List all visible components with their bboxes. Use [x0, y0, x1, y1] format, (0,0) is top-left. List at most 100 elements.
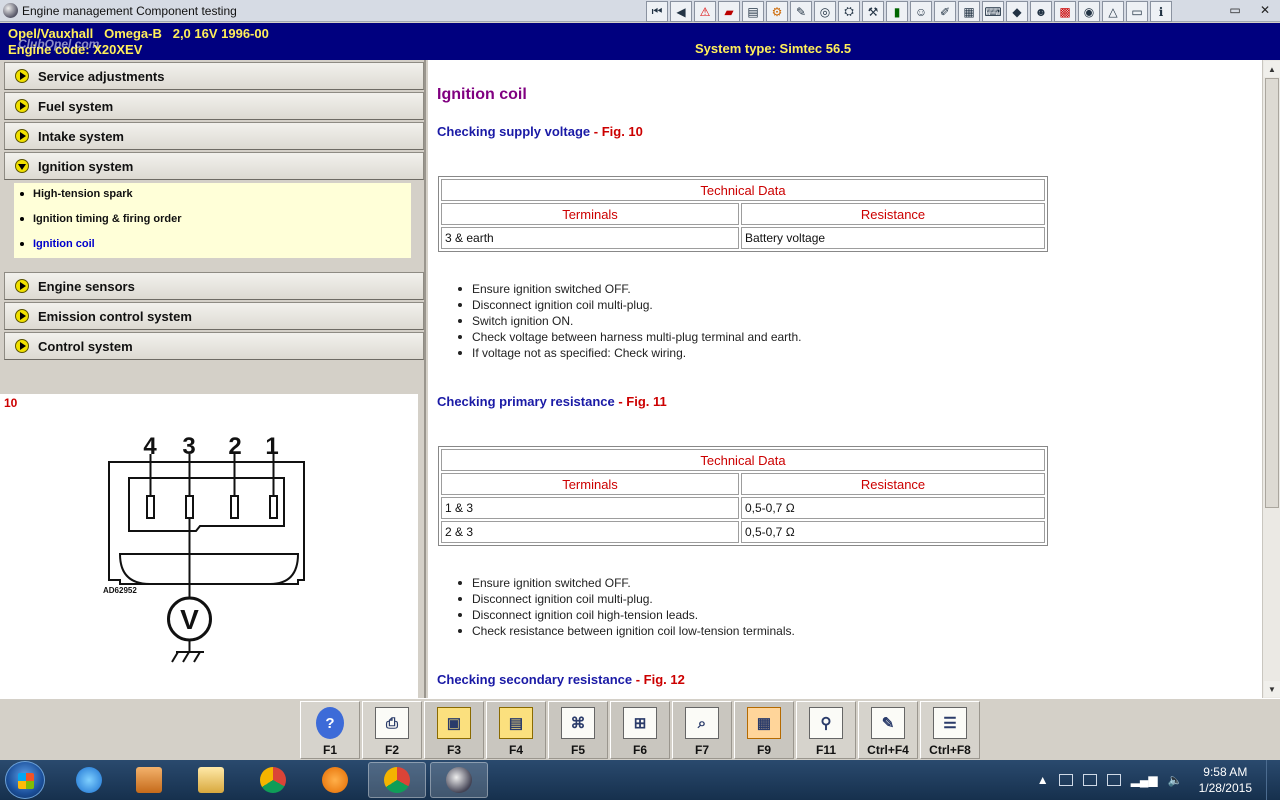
- first-page-icon[interactable]: ⏮: [646, 1, 668, 22]
- tools-icon[interactable]: ⚒: [862, 1, 884, 22]
- table-cell: 1 & 3: [441, 497, 739, 519]
- minimize-icon[interactable]: ▭: [1220, 0, 1250, 20]
- show-desktop-button[interactable]: [1266, 760, 1280, 800]
- sidebar-item-engine-sensors[interactable]: Engine sensors: [4, 272, 424, 300]
- car-front-icon[interactable]: ▩: [1054, 1, 1076, 22]
- system-type: System type: Simtec 56.5: [695, 41, 852, 56]
- f6-button[interactable]: ⊞ F6: [610, 701, 670, 759]
- clock[interactable]: 9:58 AM 1/28/2015: [1199, 764, 1252, 796]
- wiring-diagram-icon: ⌘: [561, 707, 595, 739]
- ctrl-f8-button[interactable]: ☰ Ctrl+F8: [920, 701, 980, 759]
- show-hidden-icons-icon[interactable]: ▲: [1037, 773, 1049, 787]
- f5-button[interactable]: ⌘ F5: [548, 701, 608, 759]
- table-title: Technical Data: [441, 449, 1045, 471]
- f3-button[interactable]: ▣ F3: [424, 701, 484, 759]
- close-icon[interactable]: ✕: [1250, 0, 1280, 20]
- taskbar-autodata[interactable]: [430, 762, 488, 798]
- table-cell: Battery voltage: [741, 227, 1045, 249]
- figure-reference[interactable]: - Fig. 10: [590, 124, 643, 139]
- start-button[interactable]: [5, 761, 45, 799]
- section-heading-text: Checking primary resistance: [437, 394, 615, 409]
- taskbar-file-explorer[interactable]: [182, 762, 240, 798]
- device-icon[interactable]: [1106, 774, 1121, 786]
- f4-button[interactable]: ▤ F4: [486, 701, 546, 759]
- car-icon[interactable]: ◆: [1006, 1, 1028, 22]
- f9-button[interactable]: ▦ F9: [734, 701, 794, 759]
- media-player-icon: [136, 767, 162, 793]
- door-icon[interactable]: ▮: [886, 1, 908, 22]
- engine-icon[interactable]: ⛭: [838, 1, 860, 22]
- keyboard-icon[interactable]: ⌨: [982, 1, 1004, 22]
- connector-pinout-icon: ⊞: [623, 707, 657, 739]
- f1-help-button[interactable]: ? F1: [300, 701, 360, 759]
- network-icon[interactable]: ▂▄▆: [1131, 773, 1158, 787]
- calculator-icon[interactable]: ▦: [958, 1, 980, 22]
- person-icon[interactable]: ☺: [910, 1, 932, 22]
- taskbar-chrome[interactable]: [244, 762, 302, 798]
- top-toolbar: ⏮ ◀ ⚠ ▰ ▤ ⚙ ✎ ◎ ⛭ ⚒ ▮ ☺ ✐ ▦ ⌨ ◆ ☻ ▩ ◉ △ …: [646, 1, 1172, 23]
- chrome-icon: [384, 767, 410, 793]
- function-key-bar: ? F1 ⎙ F2 ▣ F3 ▤ F4 ⌘ F5 ⊞ F6 ⌕ F7 ▦ F9 …: [0, 698, 1280, 760]
- figure-reference[interactable]: - Fig. 11: [615, 394, 666, 409]
- section-heading-primary-resistance: Checking primary resistance - Fig. 11: [437, 394, 667, 409]
- warning-icon[interactable]: ⚠: [694, 1, 716, 22]
- sidebar-item-label: Intake system: [38, 128, 124, 144]
- gear-icon[interactable]: ⚙: [766, 1, 788, 22]
- sidebar-item-control-system[interactable]: Control system: [4, 332, 424, 360]
- flag-icon[interactable]: ▰: [718, 1, 740, 22]
- submenu-item-label: Ignition timing & firing order: [33, 213, 182, 225]
- action-center-icon[interactable]: [1058, 774, 1073, 786]
- chart-icon[interactable]: ▤: [742, 1, 764, 22]
- taskbar-chrome-2[interactable]: [368, 762, 426, 798]
- wrench-icon[interactable]: ✎: [790, 1, 812, 22]
- vertical-scrollbar[interactable]: ▲ ▼: [1262, 60, 1280, 698]
- scroll-up-icon[interactable]: ▲: [1264, 61, 1280, 77]
- fkey-label: F3: [446, 743, 461, 757]
- pencil-icon[interactable]: ✐: [934, 1, 956, 22]
- procedure-list: Ensure ignition switched OFF. Disconnect…: [472, 575, 795, 639]
- info-icon[interactable]: ℹ: [1150, 1, 1172, 22]
- fkey-label: F4: [508, 743, 523, 757]
- arrow-right-icon: [15, 69, 29, 83]
- flag-icon[interactable]: [1082, 774, 1097, 786]
- help-icon: ?: [316, 707, 344, 739]
- submenu-item-high-tension-spark[interactable]: High-tension spark: [20, 188, 133, 200]
- ctrl-f4-button[interactable]: ✎ Ctrl+F4: [858, 701, 918, 759]
- component-location-icon: ▣: [437, 707, 471, 739]
- column-header: Terminals: [441, 473, 739, 495]
- column-header: Resistance: [741, 203, 1045, 225]
- smiley-icon[interactable]: ☻: [1030, 1, 1052, 22]
- pin-label-2: 2: [228, 433, 241, 460]
- f2-print-button[interactable]: ⎙ F2: [362, 701, 422, 759]
- previous-icon[interactable]: ◀: [670, 1, 692, 22]
- table-cell: 2 & 3: [441, 521, 739, 543]
- submenu-item-ignition-timing[interactable]: Ignition timing & firing order: [20, 213, 181, 225]
- sidebar-item-intake-system[interactable]: Intake system: [4, 122, 424, 150]
- f7-button[interactable]: ⌕ F7: [672, 701, 732, 759]
- sidebar-item-label: Control system: [38, 338, 133, 354]
- scroll-down-icon[interactable]: ▼: [1264, 681, 1280, 697]
- taskbar-internet-explorer[interactable]: [60, 762, 118, 798]
- f11-button[interactable]: ⚲ F11: [796, 701, 856, 759]
- bullet-icon: [20, 217, 24, 221]
- sidebar-item-emission-control[interactable]: Emission control system: [4, 302, 424, 330]
- tire-icon[interactable]: ◉: [1078, 1, 1100, 22]
- taskbar-media-player[interactable]: [120, 762, 178, 798]
- gauge-icon[interactable]: ◎: [814, 1, 836, 22]
- triangle-icon[interactable]: △: [1102, 1, 1124, 22]
- ignition-submenu: High-tension spark Ignition timing & fir…: [14, 183, 411, 258]
- component-list-icon: ▤: [499, 707, 533, 739]
- scroll-thumb[interactable]: [1265, 78, 1279, 508]
- vehicle-icon[interactable]: ▭: [1126, 1, 1148, 22]
- sidebar-item-fuel-system[interactable]: Fuel system: [4, 92, 424, 120]
- submenu-item-ignition-coil[interactable]: Ignition coil: [20, 238, 95, 250]
- sidebar-item-service-adjustments[interactable]: Service adjustments: [4, 62, 424, 90]
- table-cell: 0,5-0,7 Ω: [741, 521, 1045, 543]
- fkey-label: F7: [694, 743, 709, 757]
- sidebar-item-ignition-system[interactable]: Ignition system: [4, 152, 424, 180]
- taskbar-avast[interactable]: [306, 762, 364, 798]
- volume-icon[interactable]: 🔈: [1168, 773, 1183, 787]
- clock-date: 1/28/2015: [1198, 781, 1252, 795]
- voltmeter-label: V: [180, 604, 199, 635]
- figure-reference[interactable]: - Fig. 12: [632, 672, 685, 687]
